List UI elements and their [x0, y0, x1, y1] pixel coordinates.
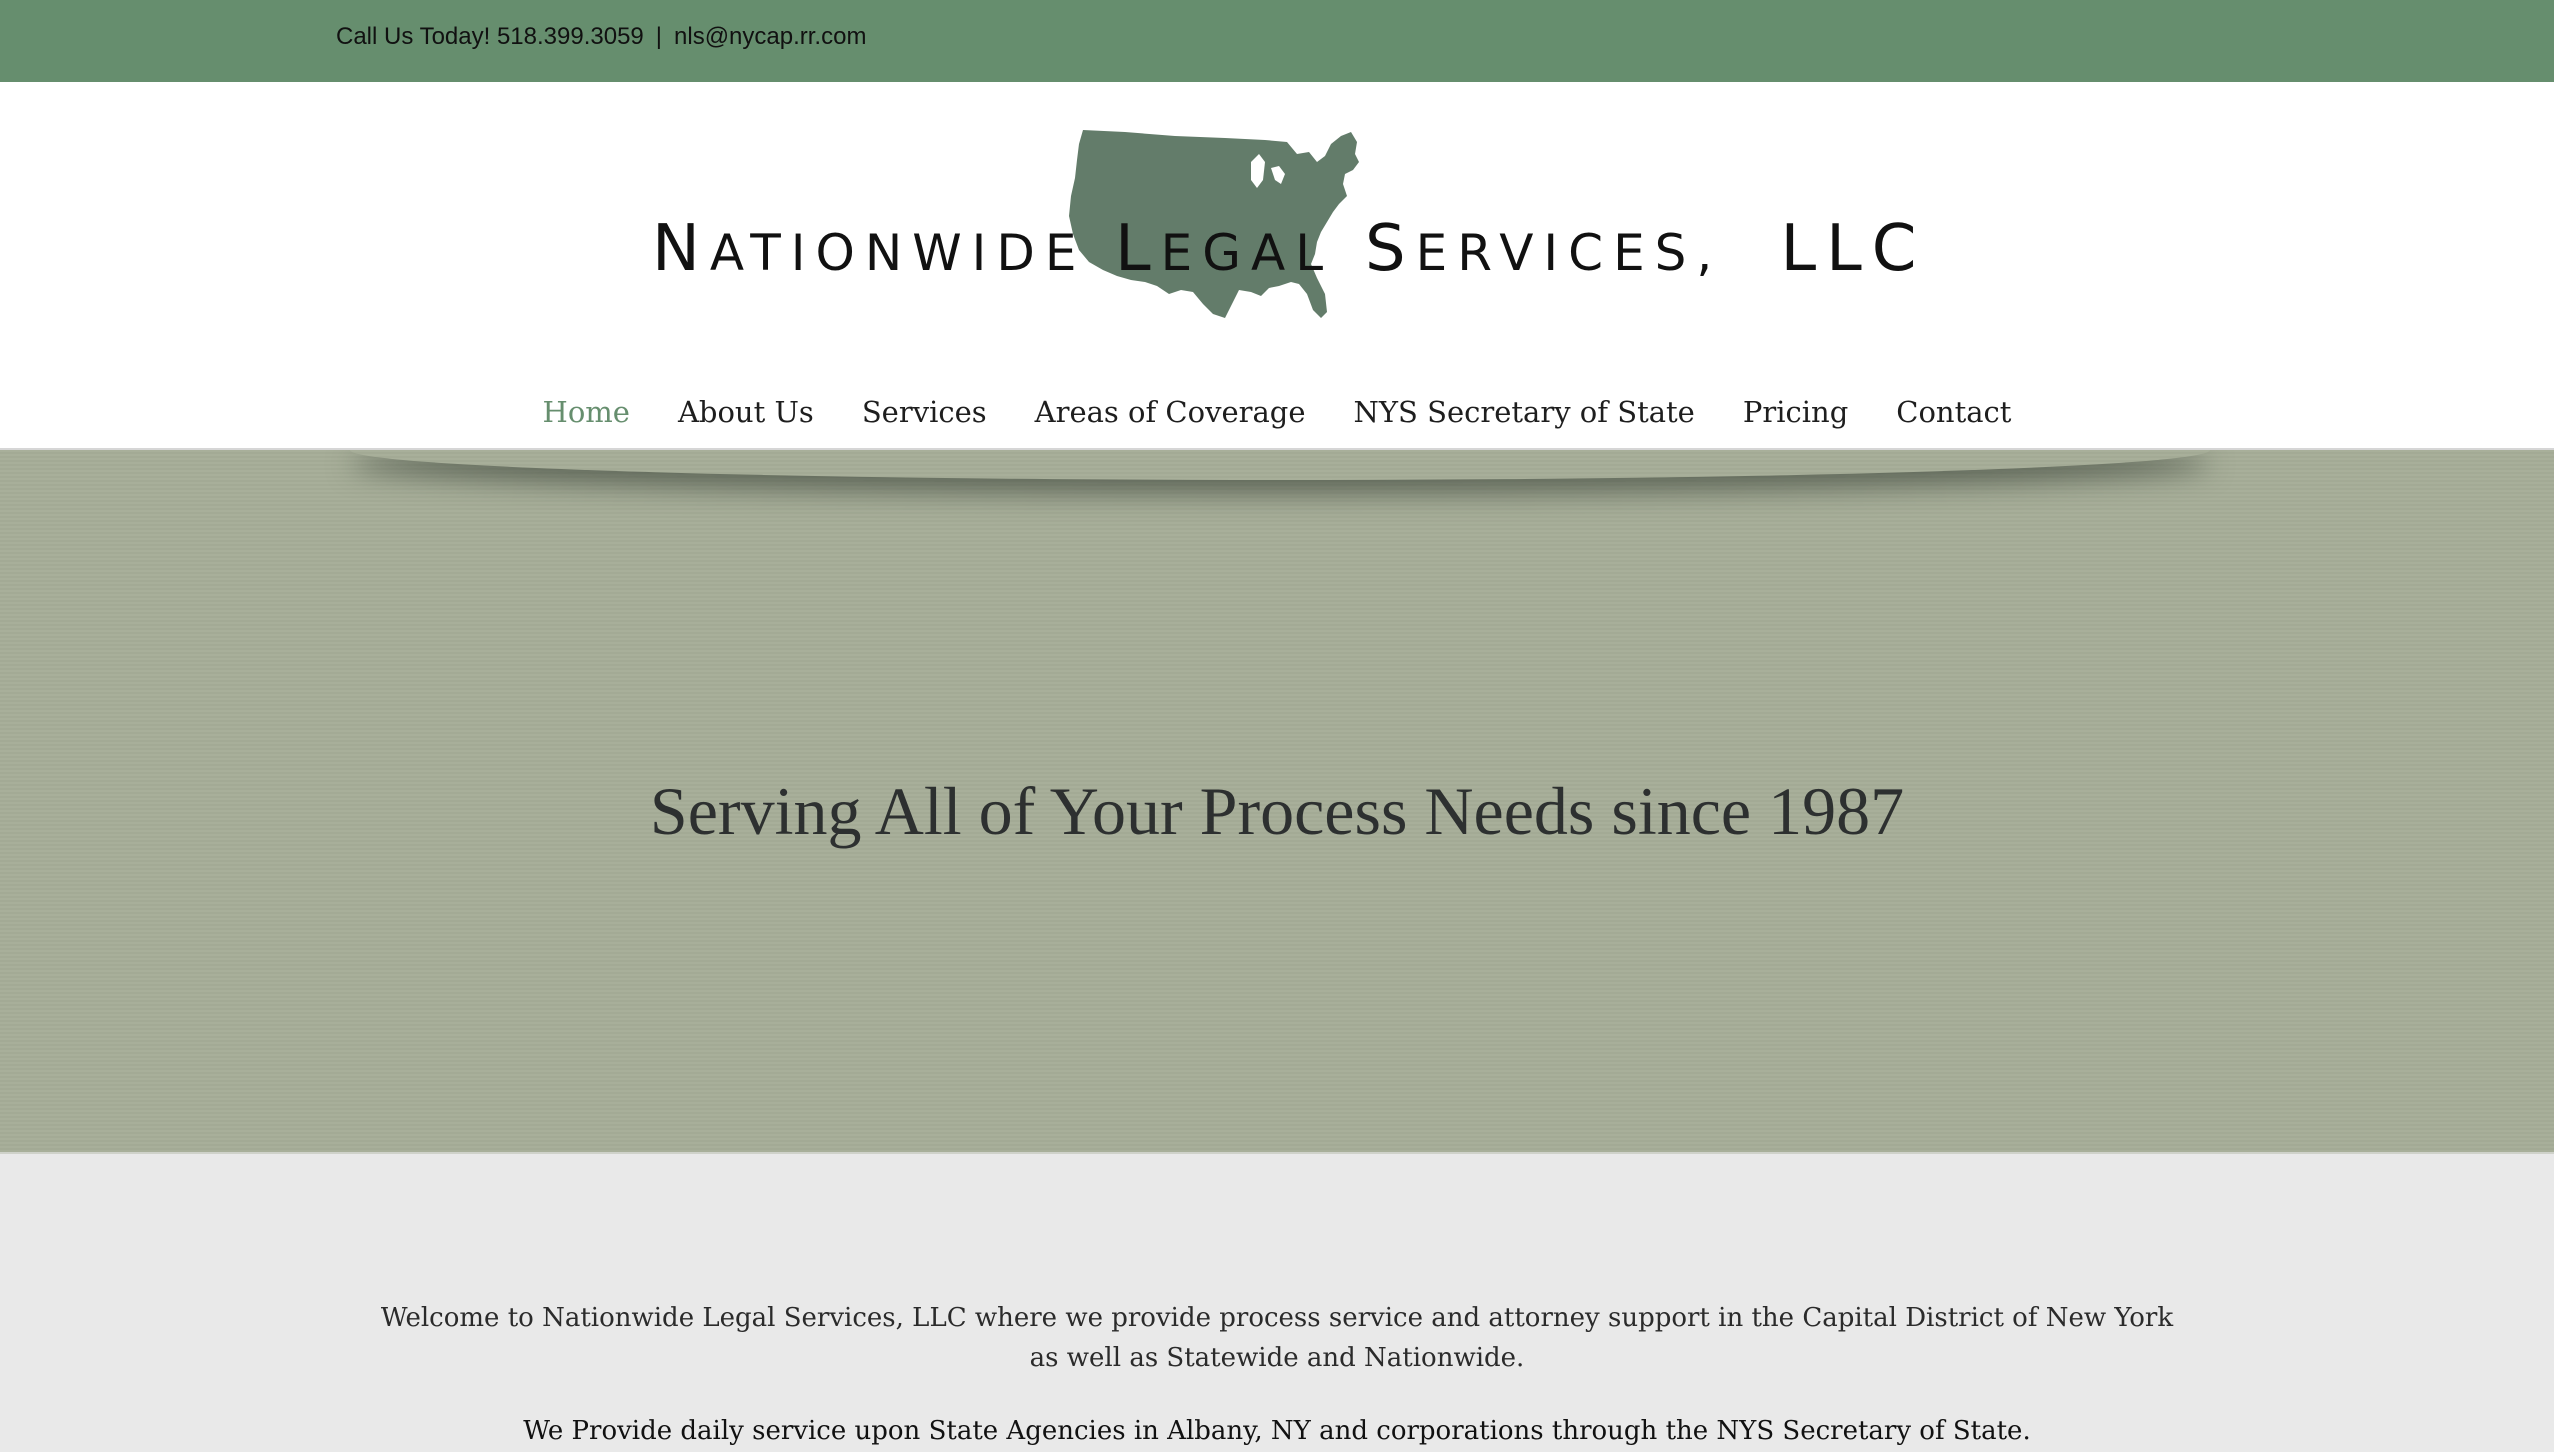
- logo-word-legal: LEGAL: [1115, 212, 1334, 286]
- logo-word-nationwide: NATIONWIDE: [652, 212, 1087, 286]
- top-contact-bar: Call Us Today! 518.399.3059 | nls@nycap.…: [0, 0, 2554, 82]
- nav-item-areas-of-coverage[interactable]: Areas of Coverage: [1035, 395, 1306, 429]
- header-drop-shadow: [350, 450, 2210, 480]
- contact-separator: |: [655, 23, 663, 50]
- nav-item-contact[interactable]: Contact: [1896, 395, 2011, 429]
- nav-item-pricing[interactable]: Pricing: [1743, 395, 1848, 429]
- contact-info: Call Us Today! 518.399.3059 | nls@nycap.…: [336, 0, 866, 74]
- main-nav: Home About Us Services Areas of Coverage…: [0, 382, 2554, 442]
- nav-item-nys-secretary-of-state[interactable]: NYS Secretary of State: [1354, 395, 1695, 429]
- intro-section: Welcome to Nationwide Legal Services, LL…: [0, 1152, 2554, 1452]
- welcome-paragraph: Welcome to Nationwide Legal Services, LL…: [380, 1303, 2174, 1373]
- daily-service-paragraph: We Provide daily service upon State Agen…: [523, 1416, 2031, 1446]
- site-header: NATIONWIDE LEGAL SERVICES, LLC Home Abou…: [0, 82, 2554, 450]
- nav-item-about-us[interactable]: About Us: [678, 395, 814, 429]
- phone-text[interactable]: Call Us Today! 518.399.3059: [336, 23, 644, 51]
- nav-item-services[interactable]: Services: [862, 395, 987, 429]
- logo-word-services-llc: SERVICES, LLC: [1365, 212, 1927, 286]
- site-logo[interactable]: NATIONWIDE LEGAL SERVICES, LLC: [650, 122, 1916, 332]
- hero-banner: Serving All of Your Process Needs since …: [0, 450, 2554, 1152]
- hero-heading: Serving All of Your Process Needs since …: [649, 773, 1905, 849]
- nav-item-home[interactable]: Home: [543, 395, 630, 429]
- email-link[interactable]: nls@nycap.rr.com: [674, 23, 866, 51]
